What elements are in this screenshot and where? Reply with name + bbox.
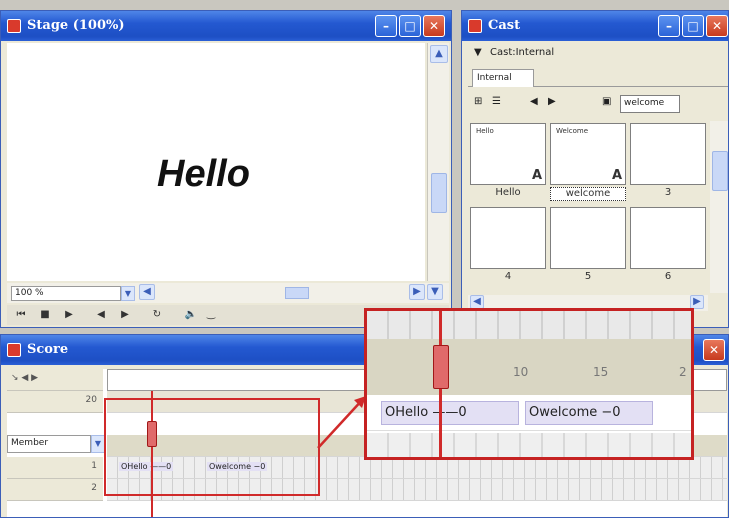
zoom-playhead-handle <box>433 345 449 389</box>
frame-number: 2 <box>679 365 687 379</box>
zoom-callout: 10 15 2 OHello ——0 Owelcome −0 <box>364 308 694 460</box>
zoom-empty-channel <box>367 433 691 457</box>
zoom-sprite-hello: OHello ——0 <box>385 405 467 420</box>
zoom-sprite-welcome: Owelcome −0 <box>529 405 621 420</box>
zoom-ruler: 10 15 2 <box>367 311 691 395</box>
frame-number: 10 <box>513 365 529 379</box>
frame-number: 15 <box>593 365 609 379</box>
